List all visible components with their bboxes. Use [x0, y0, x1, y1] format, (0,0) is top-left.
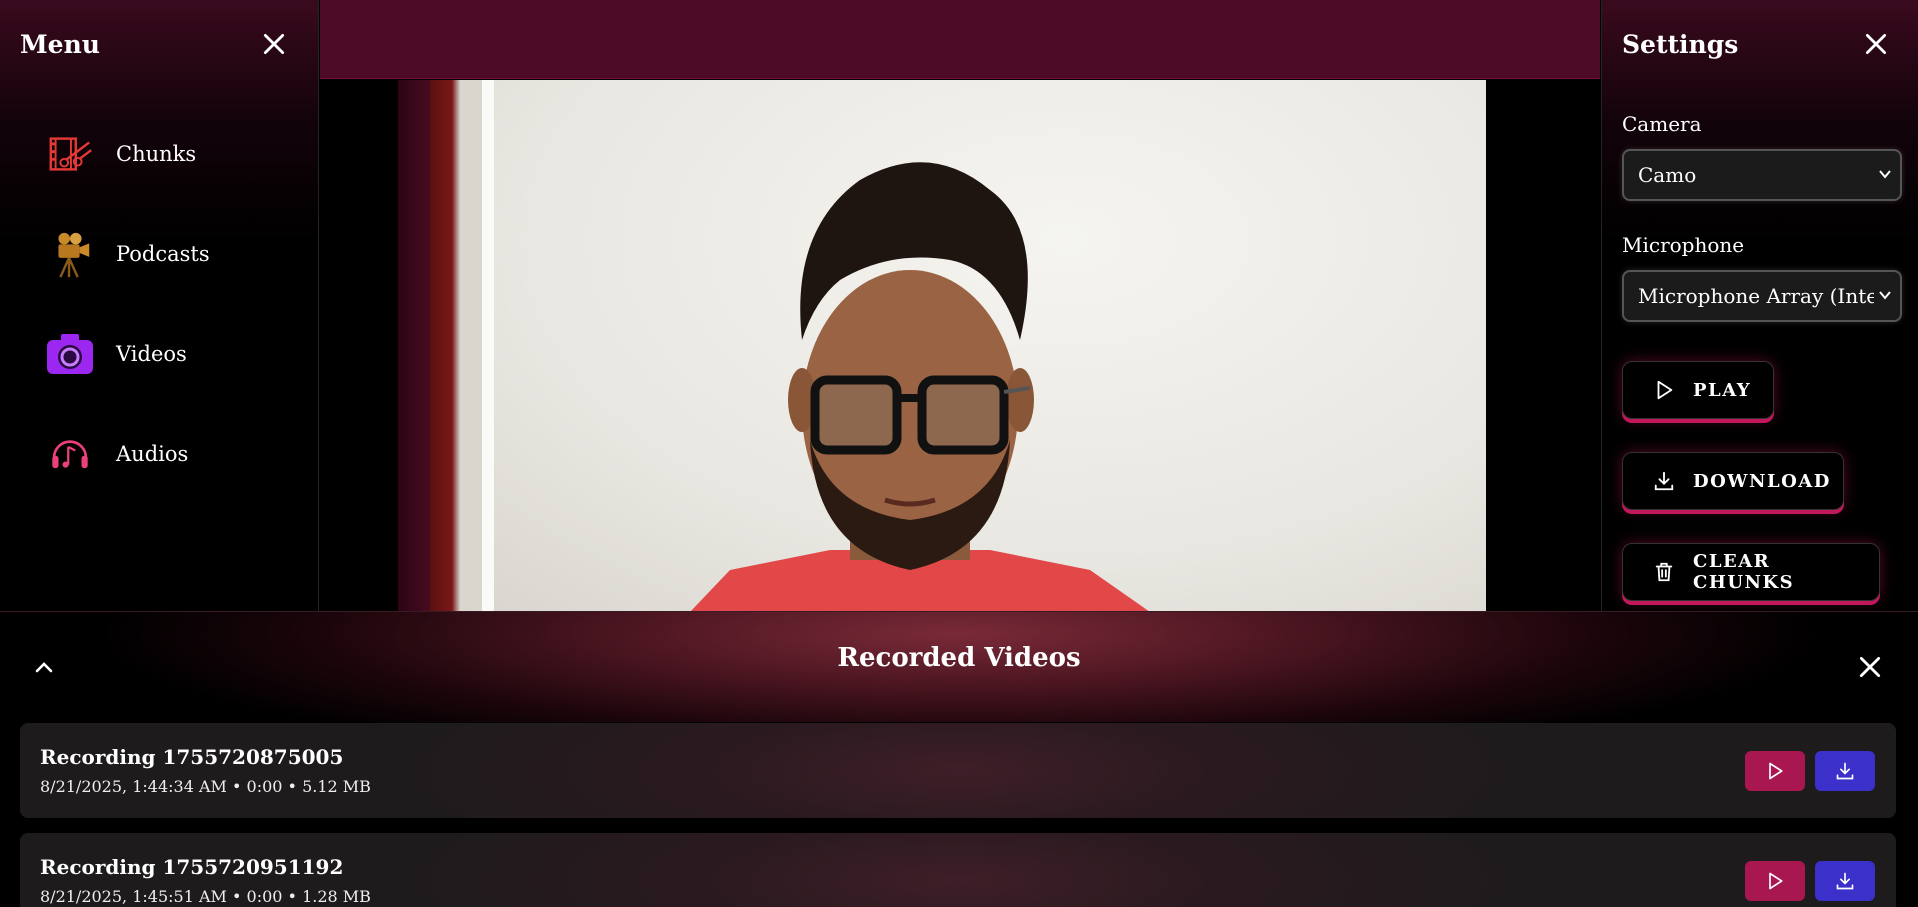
settings-panel: Settings Camera Camo Microphone Micropho… [1601, 0, 1918, 612]
sidebar-item-label: Audios [116, 442, 189, 466]
list-item: Recording 1755720951192 8/21/2025, 1:45:… [20, 833, 1896, 907]
recorded-close-icon[interactable] [1857, 654, 1883, 680]
movie-camera-icon [44, 228, 96, 280]
play-button-label: PLAY [1693, 379, 1752, 401]
microphone-select-value: Microphone Array (Intel® [1638, 284, 1874, 308]
camera-select[interactable]: Camo [1622, 149, 1902, 201]
sidebar-item-videos[interactable]: Videos [44, 328, 187, 380]
sidebar-item-label: Podcasts [116, 242, 210, 266]
film-scissors-icon [44, 128, 96, 180]
recording-play-button[interactable] [1745, 751, 1805, 791]
menu-close-icon[interactable] [261, 31, 287, 57]
settings-title: Settings [1622, 30, 1739, 59]
sidebar-item-audios[interactable]: Audios [44, 428, 188, 480]
play-icon [1769, 872, 1783, 890]
recording-download-button[interactable] [1815, 861, 1875, 901]
recording-meta: 8/21/2025, 1:45:51 AM • 0:00 • 1.28 MB [40, 887, 371, 906]
camera-label: Camera [1622, 112, 1702, 136]
recorded-videos-header: Recorded Videos [0, 612, 1918, 722]
microphone-select[interactable]: Microphone Array (Intel® [1622, 270, 1902, 322]
headphones-music-icon [44, 428, 96, 480]
sidebar-item-label: Videos [116, 342, 187, 366]
recording-name: Recording 1755720875005 [40, 745, 344, 769]
camera-select-value: Camo [1638, 163, 1697, 187]
recording-play-button[interactable] [1745, 861, 1805, 901]
clear-chunks-button[interactable]: CLEAR CHUNKS [1622, 543, 1880, 601]
menu-title: Menu [20, 30, 100, 59]
menu-panel: Menu Chunks Podcasts Videos Audios [0, 0, 319, 612]
clear-chunks-button-label: CLEAR CHUNKS [1693, 551, 1795, 593]
recorded-videos-panel: Recorded Videos Recording 1755720875005 … [0, 611, 1918, 907]
microphone-label: Microphone [1622, 233, 1745, 257]
trash-icon [1655, 562, 1673, 582]
play-button[interactable]: PLAY [1622, 361, 1774, 419]
sidebar-item-chunks[interactable]: Chunks [44, 128, 196, 180]
sidebar-item-label: Chunks [116, 142, 197, 166]
play-icon [1657, 380, 1673, 400]
download-icon [1836, 872, 1854, 890]
camera-icon [44, 328, 96, 380]
recording-download-button[interactable] [1815, 751, 1875, 791]
recorded-videos-title: Recorded Videos [837, 643, 1081, 673]
chevron-down-icon [1879, 170, 1891, 179]
settings-close-icon[interactable] [1863, 31, 1889, 57]
list-item: Recording 1755720875005 8/21/2025, 1:44:… [20, 723, 1896, 818]
camera-preview [320, 80, 1600, 612]
play-icon [1769, 762, 1783, 780]
recording-meta: 8/21/2025, 1:44:34 AM • 0:00 • 5.12 MB [40, 777, 371, 796]
chevron-down-icon [1879, 291, 1891, 300]
sidebar-item-podcasts[interactable]: Podcasts [44, 228, 210, 280]
camera-feed [430, 80, 1486, 612]
download-button[interactable]: DOWNLOAD [1622, 452, 1844, 510]
recording-name: Recording 1755720951192 [40, 855, 344, 879]
download-icon [1654, 471, 1674, 491]
preview-topbar [320, 0, 1600, 79]
download-icon [1836, 762, 1854, 780]
download-button-label: DOWNLOAD [1693, 470, 1831, 492]
